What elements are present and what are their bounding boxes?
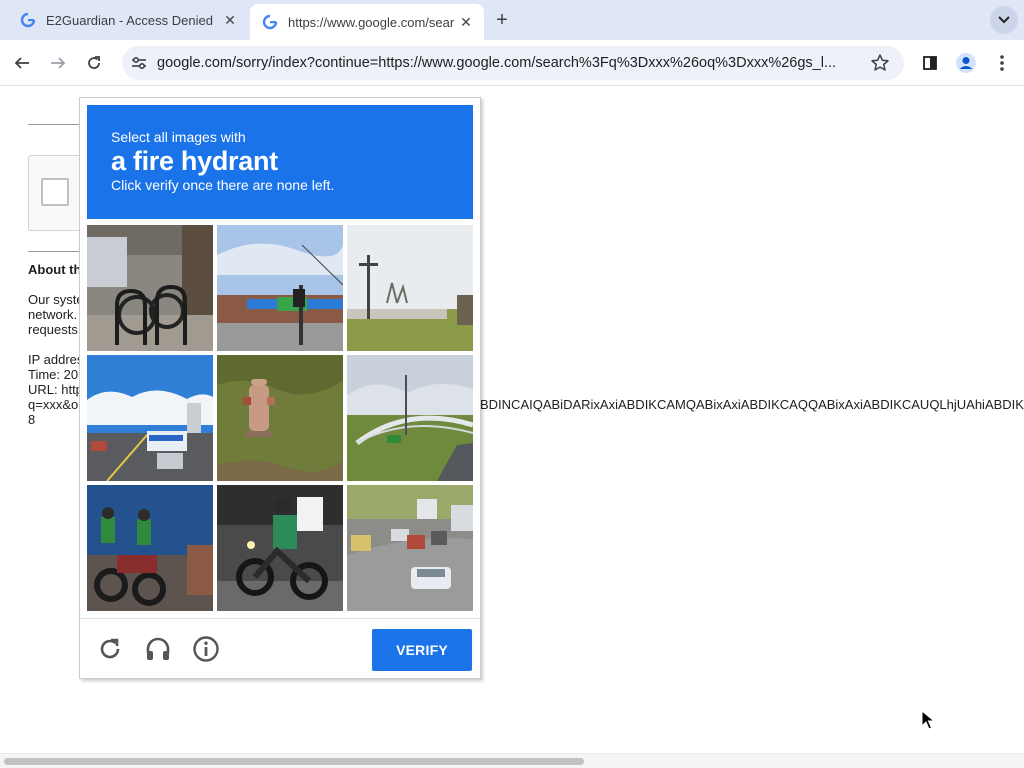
horizontal-scrollbar[interactable] (0, 753, 1024, 768)
challenge-footer: VERIFY (80, 618, 480, 679)
address-bar[interactable]: google.com/sorry/index?continue=https://… (122, 46, 904, 80)
menu-kebab-icon[interactable] (990, 51, 1014, 75)
side-panel-icon[interactable] (918, 51, 942, 75)
recaptcha-challenge: Select all images with a fire hydrant Cl… (79, 97, 481, 679)
captcha-tile-fire-hydrant[interactable] (217, 355, 343, 481)
captcha-tile-bike-rack[interactable] (87, 225, 213, 351)
google-favicon-icon (262, 14, 278, 30)
tab-title: https://www.google.com/sear (288, 14, 455, 30)
captcha-tile-bridge[interactable] (347, 355, 473, 481)
captcha-tile-motorcycles[interactable] (87, 485, 213, 611)
about-heading: About th (28, 262, 82, 277)
address-bar-url[interactable]: google.com/sorry/index?continue=https://… (157, 55, 857, 71)
profile-avatar-icon[interactable] (954, 51, 978, 75)
mouse-cursor-icon (921, 710, 935, 730)
tab-close-icon[interactable]: ✕ (458, 14, 474, 30)
captcha-tile-traffic[interactable] (347, 485, 473, 611)
audio-challenge-headphones-icon[interactable] (144, 635, 172, 663)
captcha-tile-motorcycle-rider[interactable] (217, 485, 343, 611)
recaptcha-checkbox[interactable] (41, 178, 69, 206)
url-overflow-text: BDINCAIQABiDARixAxiABDIKCAMQABixAxiABDIK… (480, 397, 1024, 412)
challenge-hint: Click verify once there are none left. (111, 177, 335, 193)
image-grid (87, 225, 474, 611)
scrollbar-thumb[interactable] (4, 758, 584, 765)
tab-search-chevron-icon[interactable] (990, 6, 1018, 34)
browser-toolbar: google.com/sorry/index?continue=https://… (0, 40, 1024, 86)
captcha-tile-utility-pole[interactable] (347, 225, 473, 351)
challenge-instruction: Select all images with (111, 129, 246, 145)
new-tab-plus-icon[interactable]: + (492, 9, 512, 31)
verify-button[interactable]: VERIFY (372, 629, 472, 671)
reload-challenge-icon[interactable] (96, 635, 124, 663)
reload-icon[interactable] (82, 51, 106, 75)
captcha-tile-road-bus[interactable] (87, 355, 213, 481)
help-info-icon[interactable] (192, 635, 220, 663)
site-settings-icon[interactable] (130, 54, 148, 72)
google-favicon-icon (20, 12, 36, 28)
bookmark-star-icon[interactable] (870, 53, 890, 73)
back-arrow-icon[interactable] (10, 51, 34, 75)
challenge-object: a fire hydrant (111, 146, 278, 176)
tab-title: E2Guardian - Access Denied (46, 12, 213, 28)
challenge-header: Select all images with a fire hydrant Cl… (87, 105, 473, 219)
tab-google-sorry[interactable]: https://www.google.com/sear ✕ (250, 4, 484, 40)
tab-e2guardian[interactable]: E2Guardian - Access Denied ✕ (8, 4, 248, 36)
forward-arrow-icon[interactable] (46, 51, 70, 75)
captcha-tile-storefront[interactable] (217, 225, 343, 351)
tab-close-icon[interactable]: ✕ (222, 12, 238, 28)
tab-strip: E2Guardian - Access Denied ✕ https://www… (0, 0, 1024, 40)
